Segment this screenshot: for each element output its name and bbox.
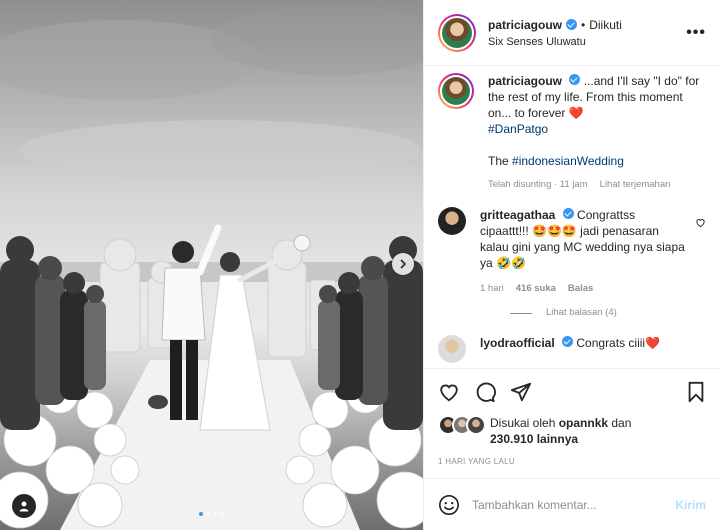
edited-timestamp: Telah disunting · 11 jam xyxy=(488,179,588,190)
comment-like-heart-icon[interactable] xyxy=(695,217,706,228)
verified-badge-icon xyxy=(562,336,574,347)
comments-list[interactable]: patriciagouw ...and I'll say "I do" for … xyxy=(424,67,720,368)
caption-username[interactable]: patriciagouw xyxy=(488,74,562,88)
caption-line2: The xyxy=(488,154,513,168)
carousel-dot xyxy=(206,512,210,516)
save-bookmark-icon[interactable] xyxy=(686,381,706,403)
comment-likes[interactable]: 416 suka xyxy=(516,281,556,297)
view-replies-button[interactable]: Lihat balasan (4) xyxy=(510,305,687,321)
verified-badge-icon xyxy=(566,19,578,30)
hashtag-link[interactable]: #DanPatgo xyxy=(488,122,548,136)
chevron-right-icon xyxy=(400,259,407,269)
comment-item: gritteagathaa Congrattss cipaattt!!! 🤩🤩🤩… xyxy=(438,207,706,321)
send-comment-button[interactable]: Kirim xyxy=(675,498,706,512)
liked-by-prefix: Disukai oleh xyxy=(490,416,559,430)
wedding-photo xyxy=(0,5,423,530)
like-heart-icon[interactable] xyxy=(438,381,460,403)
likes-summary: Disukai oleh opannkk dan 230.910 lainnya xyxy=(438,415,706,447)
carousel-dot xyxy=(220,512,224,516)
see-translation-link[interactable]: Lihat terjemahan xyxy=(600,177,671,193)
post-date: 1 HARI YANG LALU xyxy=(438,457,515,466)
carousel-indicator xyxy=(0,512,423,516)
post-header: patriciagouw • Diikuti Six Senses Uluwat… xyxy=(424,0,720,66)
view-replies-label: Lihat balasan (4) xyxy=(546,307,617,318)
comment-username[interactable]: gritteagathaa xyxy=(480,208,555,222)
liker-avatar[interactable] xyxy=(466,415,486,435)
person-icon xyxy=(19,501,29,512)
likes-count-link[interactable]: 230.910 lainnya xyxy=(490,432,578,446)
next-photo-button[interactable] xyxy=(392,253,414,275)
location-link[interactable]: Six Senses Uluwatu xyxy=(488,36,686,48)
more-options-icon[interactable]: ••• xyxy=(686,24,706,42)
comment-avatar[interactable] xyxy=(438,207,466,235)
hashtag-link[interactable]: #indonesianWedding xyxy=(512,154,624,168)
liked-by-user-link[interactable]: opannkk xyxy=(559,416,608,430)
comment-time: 1 hari xyxy=(480,283,504,294)
post-photo[interactable] xyxy=(0,0,423,530)
separator: • xyxy=(581,17,586,32)
tagged-users-button[interactable] xyxy=(12,494,36,518)
caption: patriciagouw ...and I'll say "I do" for … xyxy=(438,73,706,193)
reply-button[interactable]: Balas xyxy=(568,281,593,297)
post-sidebar: patriciagouw • Diikuti Six Senses Uluwat… xyxy=(423,0,720,530)
caption-avatar[interactable] xyxy=(438,73,474,109)
avatar[interactable] xyxy=(438,13,476,52)
carousel-dot xyxy=(199,512,203,516)
instagram-post: patriciagouw • Diikuti Six Senses Uluwat… xyxy=(0,0,720,530)
comment-username[interactable]: lyodraofficial xyxy=(480,336,555,350)
comment-avatar[interactable] xyxy=(438,335,466,363)
comment-item: lyodraofficial Congrats ciiii❤️ xyxy=(438,335,706,363)
follow-status-button[interactable]: Diikuti xyxy=(589,18,622,32)
share-icon[interactable] xyxy=(510,381,532,403)
add-comment-bar: Kirim xyxy=(424,478,720,530)
comment-icon[interactable] xyxy=(474,381,496,403)
verified-badge-icon xyxy=(569,74,581,85)
verified-badge-icon xyxy=(562,208,574,219)
comment-text: Congrats ciiii❤️ xyxy=(576,336,661,350)
emoji-icon[interactable] xyxy=(438,494,460,516)
post-actions: Disukai oleh opannkk dan 230.910 lainnya… xyxy=(424,368,720,466)
heart-emoji: ❤️ xyxy=(568,106,584,120)
header-username[interactable]: patriciagouw xyxy=(488,18,562,32)
comment-input[interactable] xyxy=(472,497,676,512)
carousel-dot xyxy=(213,512,217,516)
liked-by-mid: dan xyxy=(608,416,632,430)
